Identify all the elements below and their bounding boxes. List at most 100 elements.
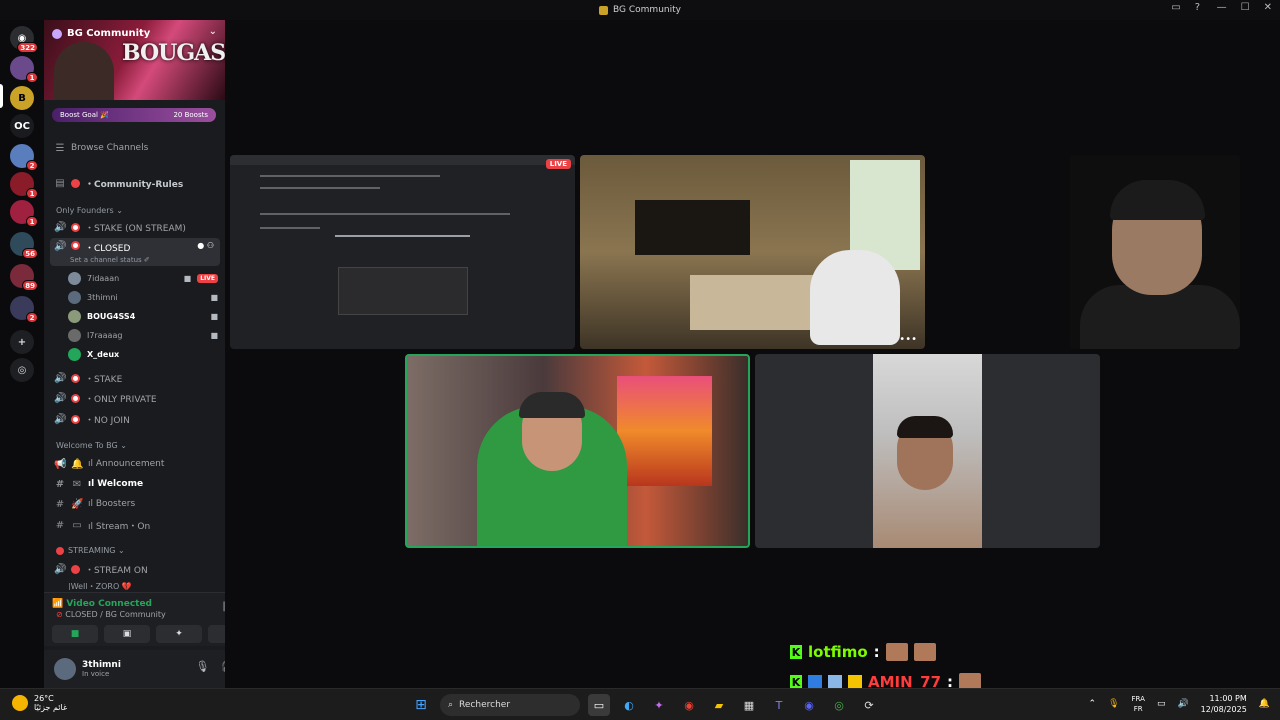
server-icon-4[interactable]: 1 bbox=[10, 172, 38, 199]
video-tile-user[interactable] bbox=[1070, 155, 1240, 349]
server-icon-5[interactable]: 1 bbox=[10, 200, 38, 227]
voice-member-partial[interactable]: |WeIl・ZORO 💔 bbox=[68, 582, 218, 590]
video-tile-speaking[interactable] bbox=[405, 354, 750, 548]
hash-icon: # bbox=[55, 519, 65, 531]
task-view-icon[interactable]: ▭ bbox=[588, 694, 610, 716]
discord-icon[interactable]: ◉ bbox=[798, 694, 820, 716]
server-badge: 1 bbox=[26, 216, 38, 227]
voice-member[interactable]: X_deux bbox=[68, 346, 218, 362]
active-server-pill bbox=[0, 84, 3, 108]
teams-icon[interactable]: T bbox=[768, 694, 790, 716]
close-button[interactable]: ✕ bbox=[1264, 2, 1272, 13]
channel-welcome[interactable]: # ✉ ıl Welcome bbox=[50, 475, 220, 493]
language-indicator[interactable]: FRA FR bbox=[1132, 694, 1145, 714]
more-options-icon[interactable]: ••• bbox=[899, 334, 917, 345]
channel-stream-on[interactable]: 🔊 ・STREAM ON bbox=[50, 560, 220, 578]
explore-icon[interactable]: ◎ bbox=[10, 358, 34, 382]
soundboard-button[interactable]: ♪ bbox=[208, 625, 225, 643]
help-icon[interactable]: ? bbox=[1195, 2, 1200, 13]
title-bar: BG Community ▭ ? — ☐ ✕ bbox=[0, 0, 1280, 20]
chrome-icon[interactable]: ◉ bbox=[678, 694, 700, 716]
store-icon[interactable]: ▦ bbox=[738, 694, 760, 716]
camera-icon: ■ bbox=[210, 311, 218, 321]
app-icon[interactable]: ⟳ bbox=[858, 694, 880, 716]
microphone-icon[interactable]: 🎙 bbox=[195, 660, 209, 673]
screen-share-button[interactable]: ▣ bbox=[104, 625, 150, 643]
browse-channels[interactable]: ☰ Browse Channels bbox=[50, 139, 220, 157]
server-folder[interactable]: 2 bbox=[10, 296, 38, 323]
voice-channel[interactable]: ⊘ CLOSED / BG Community bbox=[56, 610, 166, 619]
monitor-icon: ▭ bbox=[72, 519, 82, 531]
boost-goal-bar[interactable]: Boost Goal 🎉 20 Boosts bbox=[52, 108, 216, 122]
notification-icon[interactable]: 🔔 bbox=[1259, 699, 1270, 709]
server-badge: 1 bbox=[26, 72, 38, 83]
guild-header[interactable]: BG Community bbox=[52, 28, 150, 39]
weather-temp: 26°C bbox=[34, 694, 54, 703]
chat-bubble-icon[interactable]: ● ⚇ bbox=[197, 241, 214, 250]
camera-icon: ■ bbox=[210, 292, 218, 302]
category-streaming[interactable]: STREAMING ⌄ bbox=[56, 546, 125, 555]
server-icon-7[interactable]: 89 bbox=[10, 264, 38, 291]
add-server-icon[interactable]: + bbox=[10, 330, 34, 354]
rocket-icon: ✦ bbox=[175, 629, 183, 639]
file-explorer-icon[interactable]: ▰ bbox=[708, 694, 730, 716]
taskbar-search[interactable]: ⌕ Rechercher bbox=[440, 694, 580, 716]
voice-member[interactable]: I7raaaag ■ bbox=[68, 327, 218, 343]
voice-member[interactable]: BOUG4SS4 ■ bbox=[68, 308, 218, 324]
avatar bbox=[68, 290, 81, 304]
server-icon-1[interactable]: 1 bbox=[10, 56, 38, 83]
red-circle-icon bbox=[56, 546, 64, 555]
network-icon[interactable]: ▭ bbox=[1157, 699, 1166, 709]
voice-member[interactable]: 3thimni ■ bbox=[68, 289, 218, 305]
avatar bbox=[68, 271, 81, 285]
edge-icon[interactable]: ◐ bbox=[618, 694, 640, 716]
weather-widget[interactable]: 26°C غائم جزئيًا bbox=[12, 694, 67, 712]
copilot-icon[interactable]: ✦ bbox=[648, 694, 670, 716]
clock[interactable]: 11:00 PM 12/08/2025 bbox=[1201, 693, 1247, 715]
inbox-icon[interactable]: ▭ bbox=[1171, 2, 1180, 13]
chevron-up-icon[interactable]: ⌃ bbox=[1089, 699, 1097, 709]
start-button[interactable]: ⊞ bbox=[410, 694, 432, 716]
hash-icon: # bbox=[55, 478, 65, 490]
server-icon-3[interactable]: 2 bbox=[10, 144, 38, 171]
user-status: In voice bbox=[82, 670, 110, 678]
channel-stake-on-stream[interactable]: 🔊 ・STAKE (ON STREAM) bbox=[50, 218, 220, 236]
shared-content-line bbox=[335, 235, 470, 237]
chrome-icon[interactable]: ◎ bbox=[828, 694, 850, 716]
microphone-icon[interactable]: 🎙 bbox=[1108, 699, 1119, 709]
video-tile-room[interactable]: ••• bbox=[580, 155, 925, 349]
channel-community-rules[interactable]: ▤ ・Community-Rules bbox=[50, 174, 220, 192]
maximize-button[interactable]: ☐ bbox=[1241, 2, 1250, 13]
avatar bbox=[68, 309, 81, 323]
video-tile-phone[interactable] bbox=[755, 354, 1100, 548]
minimize-button[interactable]: — bbox=[1217, 2, 1227, 13]
channel-no-join[interactable]: 🔊 ・NO JOIN bbox=[50, 410, 220, 428]
server-icon-6[interactable]: 56 bbox=[10, 232, 38, 259]
home-button[interactable]: ◉ 322 bbox=[10, 26, 38, 53]
server-icon-oc[interactable]: OC bbox=[10, 114, 34, 138]
rocket-icon: 🚀 bbox=[71, 498, 84, 510]
server-badge: 2 bbox=[26, 312, 38, 323]
window-title-text: BG Community bbox=[613, 5, 681, 15]
video-frame bbox=[1110, 180, 1205, 220]
channel-status[interactable]: Set a channel status ✐ bbox=[70, 256, 150, 264]
user-avatar[interactable] bbox=[54, 658, 76, 680]
server-icon-bg[interactable]: B bbox=[10, 86, 34, 110]
chevron-down-icon[interactable]: ⌄ bbox=[209, 26, 217, 37]
headphones-icon[interactable]: 🎧 bbox=[221, 660, 225, 673]
channel-stake[interactable]: 🔊 ・STAKE bbox=[50, 369, 220, 387]
channel-announcement[interactable]: 📢 🔔 ıl Announcement bbox=[50, 455, 220, 473]
channel-boosters[interactable]: # 🚀 ıl Boosters bbox=[50, 495, 220, 513]
volume-icon[interactable]: 🔊 bbox=[1177, 699, 1188, 709]
channel-stream-on-text[interactable]: # ▭ ıl Stream・On bbox=[50, 516, 220, 534]
screen-share-tile[interactable]: LIVE bbox=[230, 155, 575, 349]
guild-banner[interactable]: BG Community ⌄ BOUGASSAA bbox=[44, 20, 225, 100]
category-only-founders[interactable]: Only Founders ⌄ bbox=[56, 206, 123, 215]
activity-button[interactable]: ✦ bbox=[156, 625, 202, 643]
category-welcome[interactable]: Welcome To BG ⌄ bbox=[56, 441, 127, 450]
boost-count: 20 Boosts bbox=[173, 111, 208, 119]
channel-only-private[interactable]: 🔊 ・ONLY PRIVATE bbox=[50, 389, 220, 407]
noise-suppression-icon[interactable]: ||| bbox=[222, 601, 225, 612]
camera-button[interactable]: ■ bbox=[52, 625, 98, 643]
voice-member[interactable]: 7idaaan ■ LIVE bbox=[68, 270, 218, 286]
